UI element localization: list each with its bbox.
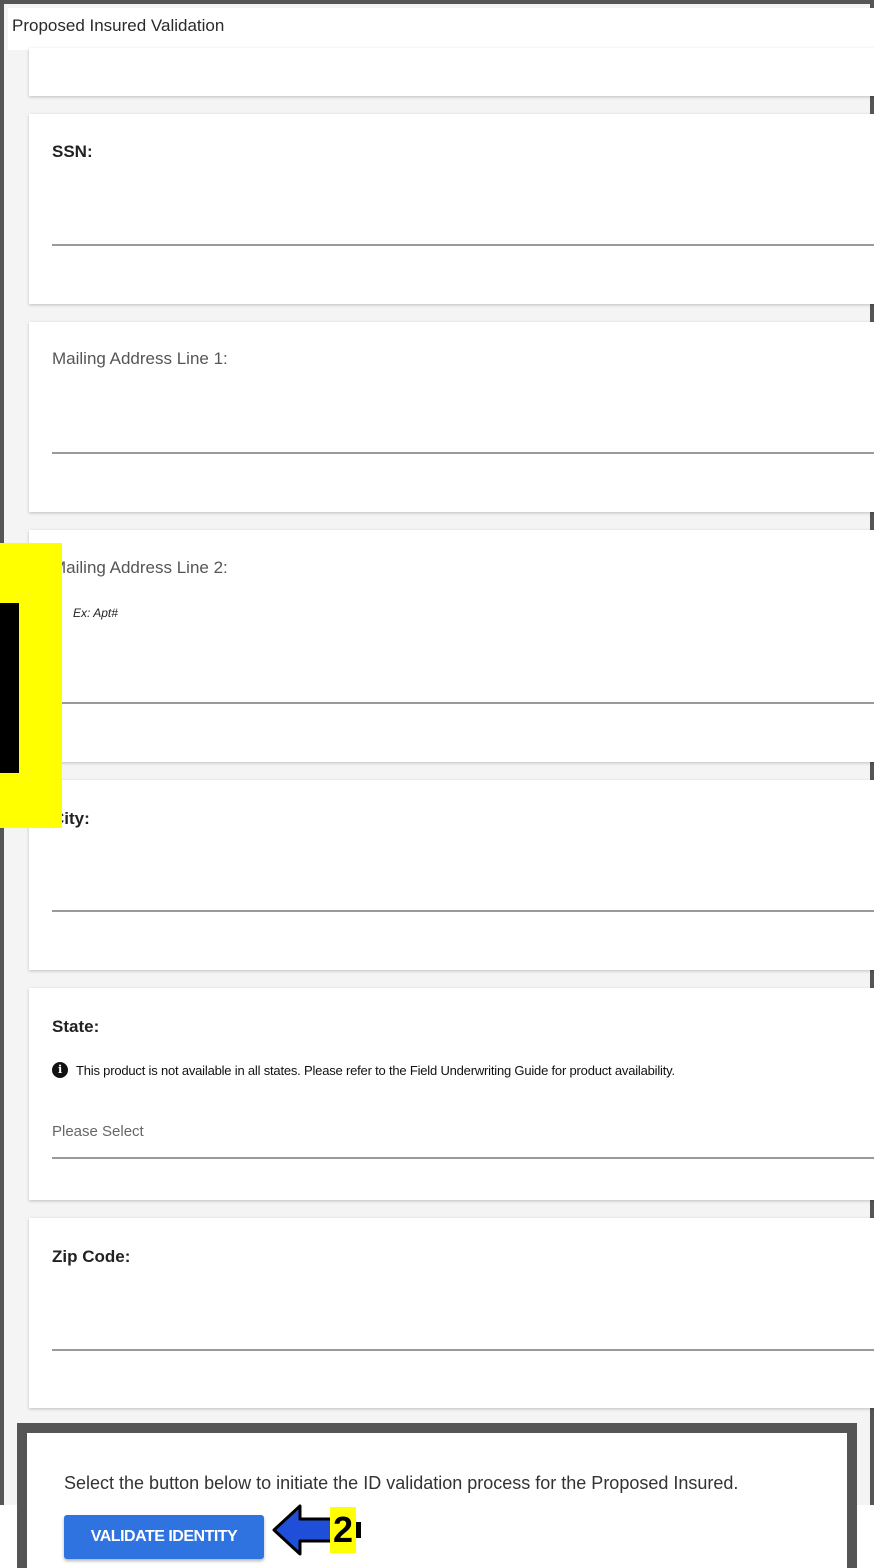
step-2-marker <box>356 1522 361 1538</box>
zip-input[interactable] <box>52 1349 874 1351</box>
title-bar: Proposed Insured Validation <box>8 8 874 50</box>
page-title: Proposed Insured Validation <box>12 16 225 35</box>
state-label: State: <box>52 1017 100 1036</box>
ssn-input[interactable] <box>52 244 874 246</box>
highlight-marker <box>0 603 19 773</box>
zip-card: Zip Code: <box>29 1218 874 1408</box>
ssn-label: SSN: <box>52 142 93 161</box>
address1-card: Mailing Address Line 1: <box>29 322 874 512</box>
address1-input[interactable] <box>52 452 874 454</box>
info-icon: i <box>52 1062 68 1078</box>
state-card: State: i This product is not available i… <box>29 988 874 1200</box>
address1-label: Mailing Address Line 1: <box>52 349 228 368</box>
zip-label: Zip Code: <box>52 1247 131 1266</box>
window-frame: Proposed Insured Validation SSN: Mailing… <box>0 0 874 1505</box>
address2-card: Mailing Address Line 2: Ex: Apt# <box>29 530 874 762</box>
arrow-left-icon <box>272 1504 334 1556</box>
validate-identity-button[interactable]: VALIDATE IDENTITY <box>64 1515 264 1559</box>
state-select-value: Please Select <box>52 1123 144 1140</box>
city-card: City: <box>29 780 874 970</box>
validation-instruction: Select the button below to initiate the … <box>64 1473 739 1493</box>
previous-field-card <box>29 48 874 96</box>
state-info-text: This product is not available in all sta… <box>76 1062 675 1078</box>
address2-input[interactable] <box>52 702 874 704</box>
ssn-card: SSN: <box>29 114 874 304</box>
city-input[interactable] <box>52 910 874 912</box>
validation-panel: Select the button below to initiate the … <box>17 1423 857 1568</box>
address2-hint: Ex: Apt# <box>73 606 118 620</box>
address2-label: Mailing Address Line 2: <box>52 558 228 577</box>
state-select[interactable] <box>52 1157 874 1159</box>
step-2-badge: 2 <box>330 1507 356 1553</box>
state-info: i This product is not available in all s… <box>52 1062 675 1078</box>
